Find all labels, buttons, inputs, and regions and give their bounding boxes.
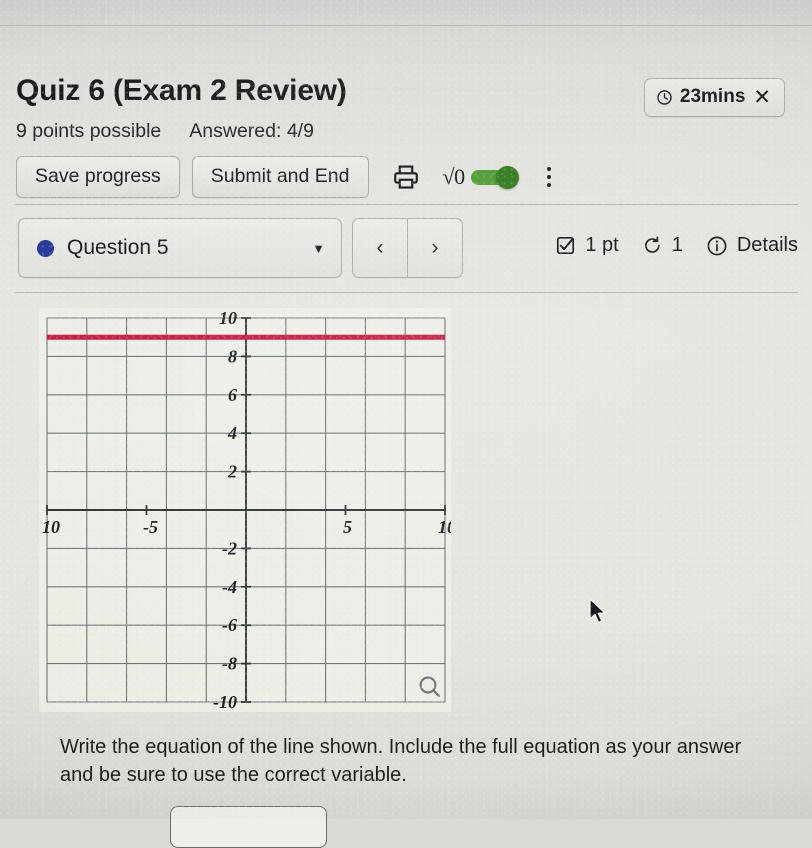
next-question-button[interactable]: ›: [408, 219, 462, 277]
question-nav-group: ‹ ›: [352, 218, 463, 278]
toggle-knob: [495, 166, 519, 189]
details-link[interactable]: Details: [737, 234, 798, 257]
x-tick-label: 10: [42, 517, 60, 537]
question-bar: Question 5 ▼ ‹ › 1 pt 1 Details: [0, 204, 812, 296]
answer-input[interactable]: [170, 806, 327, 848]
question-meta: 1 pt 1 Details: [555, 234, 798, 257]
info-circle-icon[interactable]: [706, 235, 728, 257]
clock-icon: [656, 89, 673, 106]
y-tick-label: -10: [213, 692, 237, 712]
points-label: 1 pt: [585, 234, 619, 256]
question-status-dot: [37, 239, 54, 257]
kebab-dot: [546, 167, 551, 171]
question-selector-dropdown[interactable]: Question 5 ▼: [18, 218, 342, 278]
math-keyboard-icon[interactable]: √0: [443, 164, 466, 190]
submit-and-end-button[interactable]: Submit and End: [191, 156, 369, 198]
y-tick-label: -4: [222, 577, 237, 597]
line-graph[interactable]: -10 -8 -6 -4 -2 2 4 6 8 10 10 -5 5 10: [39, 308, 451, 712]
close-icon[interactable]: ✕: [753, 87, 771, 108]
y-tick-label: 6: [228, 385, 237, 405]
retry-icon: [642, 235, 663, 256]
y-tick-label: 2: [227, 462, 237, 482]
answered-count: Answered: 4/9: [189, 120, 314, 142]
question-bar-bottom-divider: [14, 292, 798, 293]
previous-question-button[interactable]: ‹: [353, 219, 407, 277]
y-tick-label: -2: [222, 538, 237, 558]
x-tick-label: 10: [438, 517, 451, 537]
graph-canvas: -10 -8 -6 -4 -2 2 4 6 8 10 10 -5 5 10: [39, 308, 451, 712]
more-vertical-icon[interactable]: [544, 164, 554, 190]
math-keyboard-toggle[interactable]: [470, 166, 519, 189]
y-tick-label: -8: [222, 654, 237, 674]
quiz-meta: 9 points possible Answered: 4/9: [16, 120, 314, 143]
y-tick-label: 4: [227, 423, 237, 443]
quiz-tools: √0: [391, 162, 554, 192]
print-icon[interactable]: [391, 162, 421, 192]
chevron-down-icon: ▼: [312, 240, 325, 256]
attempts-label: 1: [671, 234, 683, 256]
top-strip: [0, 0, 812, 26]
quiz-header: Quiz 6 (Exam 2 Review) 23mins ✕ 9 points…: [0, 26, 812, 204]
page-title: Quiz 6 (Exam 2 Review): [16, 74, 347, 107]
question-prompt: Write the equation of the line shown. In…: [60, 736, 742, 787]
timer-label: 23mins: [679, 86, 746, 107]
quiz-actions: Save progress Submit and End √0: [16, 156, 554, 198]
x-tick-label: -5: [143, 517, 158, 537]
kebab-dot: [546, 175, 551, 179]
y-tick-label: -6: [222, 615, 237, 635]
kebab-dot: [546, 183, 551, 187]
question-bar-top-divider: [14, 204, 798, 205]
save-progress-button[interactable]: Save progress: [16, 156, 180, 198]
points-possible: 9 points possible: [16, 120, 162, 142]
timer-badge[interactable]: 23mins ✕: [643, 78, 785, 117]
question-label: Question 5: [67, 236, 169, 259]
y-tick-label: 10: [219, 308, 237, 328]
y-tick-label: 8: [228, 346, 237, 366]
checkbox-checked-icon: [555, 235, 576, 256]
x-tick-label: 5: [343, 517, 352, 537]
